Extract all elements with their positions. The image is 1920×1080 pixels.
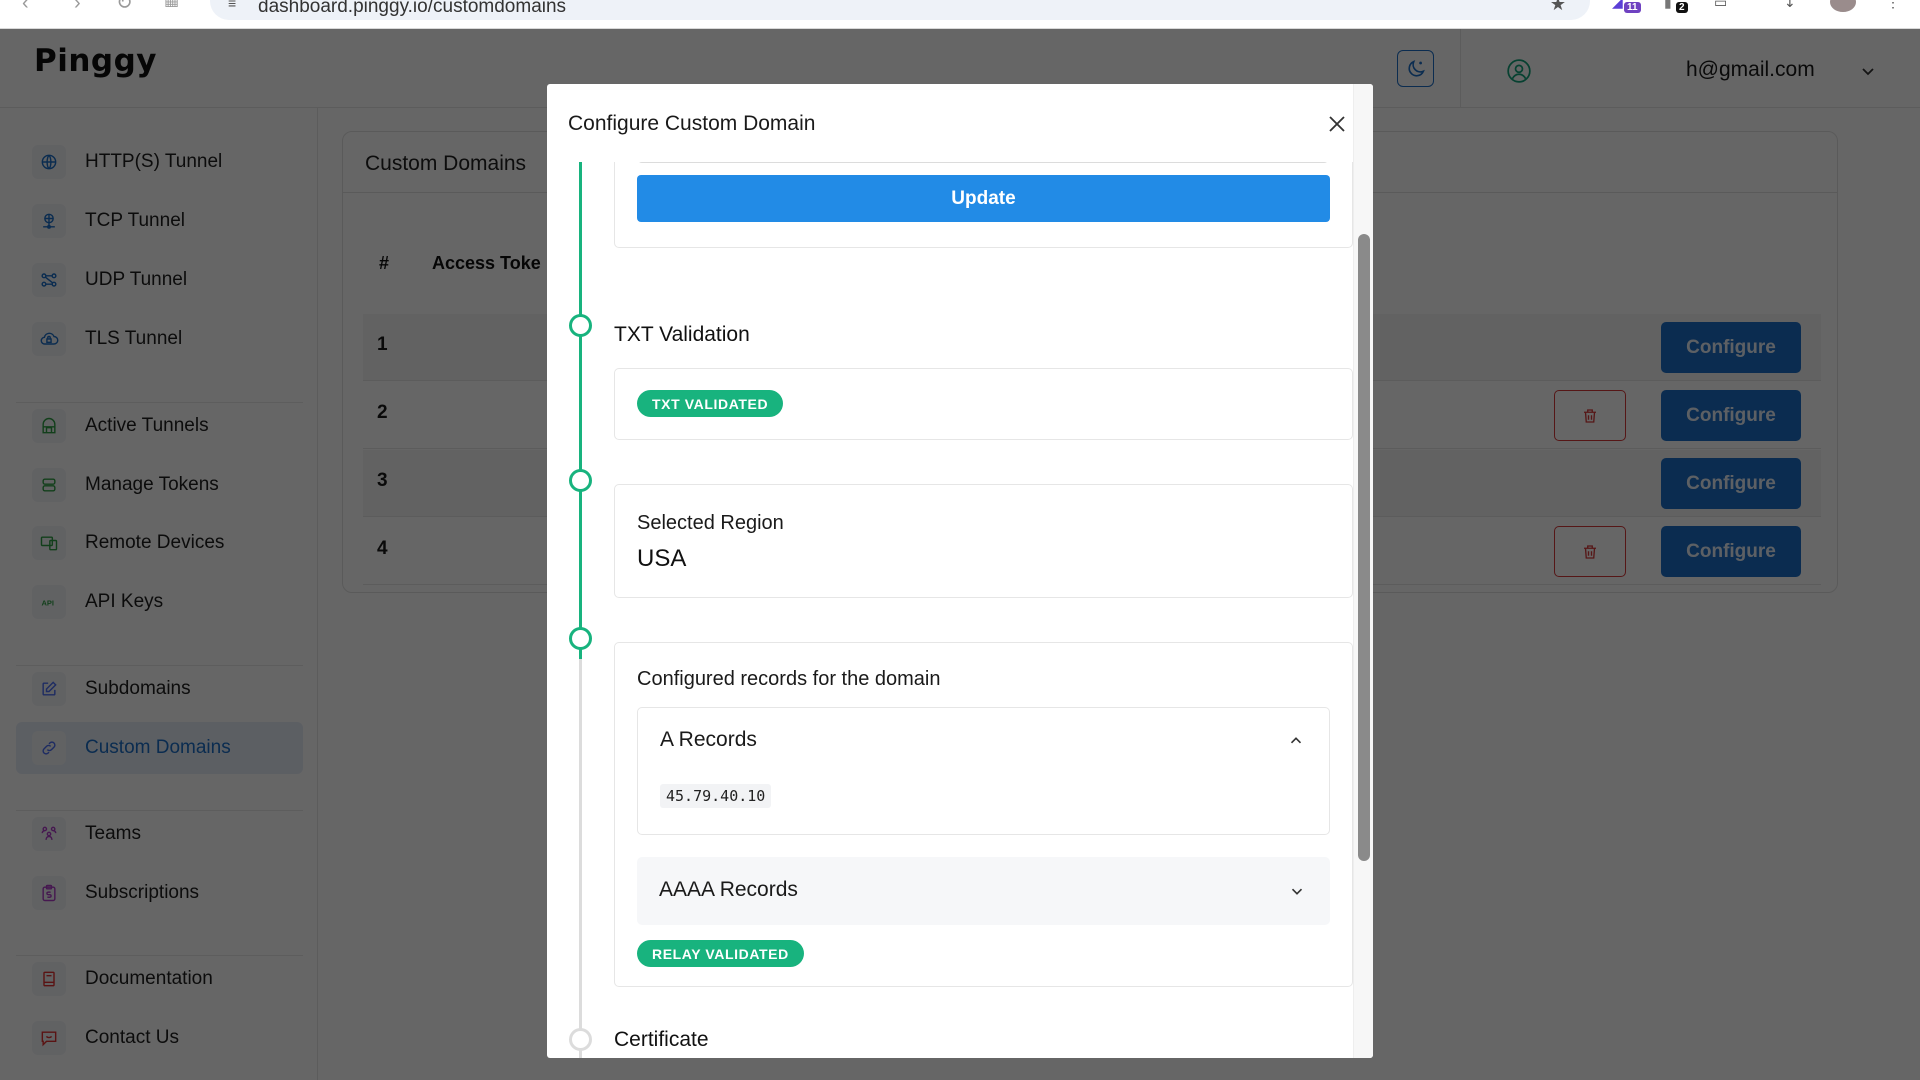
a-records-accordion: A Records 45.79.40.10 xyxy=(637,707,1330,835)
region-label: Selected Region xyxy=(637,512,784,534)
menu-dots-icon[interactable]: ⋮ xyxy=(1886,0,1900,11)
extension-badge: 2 xyxy=(1676,2,1688,13)
timeline-line-pending xyxy=(579,659,582,1058)
back-icon[interactable]: ‹ xyxy=(22,0,29,15)
timeline-step-dot xyxy=(569,469,592,492)
reload-icon[interactable]: ↻ xyxy=(116,0,133,15)
configure-domain-modal: Configure Custom Domain Update TXT Valid… xyxy=(547,84,1373,1058)
timeline-line-complete xyxy=(579,162,582,659)
timeline-step-dot-pending xyxy=(569,1028,592,1051)
window-icon[interactable]: ▭ xyxy=(1714,0,1727,11)
txt-validation-panel: TXT VALIDATED xyxy=(614,368,1353,440)
timeline-step-dot xyxy=(569,314,592,337)
download-icon[interactable]: ↧ xyxy=(1784,0,1796,11)
address-bar[interactable]: ≡ dashboard.pinggy.io/customdomains ★ xyxy=(210,0,1590,20)
domain-input[interactable] xyxy=(637,162,1329,163)
chevron-down-icon[interactable] xyxy=(1288,882,1306,900)
aaaa-records-toggle[interactable]: AAAA Records xyxy=(659,878,798,902)
records-title: Configured records for the domain xyxy=(637,668,941,690)
relay-validated-badge: RELAY VALIDATED xyxy=(637,940,804,967)
scrollbar-thumb[interactable] xyxy=(1358,234,1370,861)
a-records-toggle[interactable]: A Records xyxy=(660,728,757,752)
site-info-icon[interactable]: ≡ xyxy=(228,0,236,11)
domain-panel: Update xyxy=(614,162,1353,248)
update-button[interactable]: Update xyxy=(637,175,1330,222)
profile-avatar[interactable] xyxy=(1830,0,1856,12)
txt-validated-badge: TXT VALIDATED xyxy=(637,390,784,417)
step-title-txt-validation: TXT Validation xyxy=(614,323,750,346)
extension-icon[interactable]: ▮ xyxy=(1664,0,1672,11)
region-panel: Selected Region USA xyxy=(614,484,1353,598)
modal-title: Configure Custom Domain xyxy=(568,112,816,135)
bookmark-star-icon[interactable]: ★ xyxy=(1550,0,1566,15)
aaaa-records-accordion[interactable]: AAAA Records xyxy=(637,857,1330,925)
chevron-up-icon[interactable] xyxy=(1287,732,1305,750)
extension-icon[interactable]: ◢ xyxy=(1612,0,1623,11)
browser-toolbar: ‹ › ↻ ▦ ≡ dashboard.pinggy.io/customdoma… xyxy=(0,0,1920,29)
modal-scrollbar[interactable] xyxy=(1353,84,1373,1058)
extension-badge: 11 xyxy=(1624,2,1641,13)
timeline-step-dot xyxy=(569,627,592,650)
close-icon[interactable] xyxy=(1325,112,1349,136)
a-record-value: 45.79.40.10 xyxy=(660,784,772,808)
apps-icon[interactable]: ▦ xyxy=(164,0,179,10)
forward-icon[interactable]: › xyxy=(74,0,81,15)
url-text: dashboard.pinggy.io/customdomains xyxy=(258,0,567,17)
region-value: USA xyxy=(637,545,687,572)
step-title-certificate: Certificate xyxy=(614,1028,709,1051)
modal-body: Update TXT Validation TXT VALIDATED Sele… xyxy=(547,162,1353,1058)
records-panel: Configured records for the domain A Reco… xyxy=(614,642,1353,987)
